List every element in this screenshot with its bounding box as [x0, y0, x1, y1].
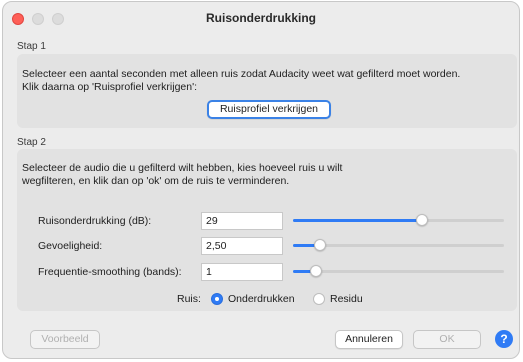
- step1-label: Stap 1: [17, 41, 46, 52]
- slider-track: [293, 270, 504, 273]
- noise-reduction-field[interactable]: 29: [201, 212, 283, 230]
- suppress-radio[interactable]: [211, 293, 223, 305]
- noise-label: Ruis:: [177, 293, 201, 305]
- suppress-radio-label[interactable]: Onderdrukken: [228, 293, 295, 305]
- noise-option-row: Ruis: Onderdrukken Residu: [3, 293, 519, 307]
- frequency-smoothing-label: Frequentie-smoothing (bands):: [38, 266, 182, 278]
- ok-button[interactable]: OK: [413, 330, 481, 349]
- get-noise-profile-button[interactable]: Ruisprofiel verkrijgen: [207, 100, 331, 119]
- slider-knob[interactable]: [415, 214, 428, 226]
- residue-radio-label[interactable]: Residu: [330, 293, 363, 305]
- noise-reduction-label: Ruisonderdrukking (dB):: [38, 215, 152, 227]
- step2-label: Stap 2: [17, 137, 46, 148]
- frequency-smoothing-slider[interactable]: [293, 264, 504, 278]
- slider-knob[interactable]: [310, 265, 323, 277]
- slider-knob[interactable]: [314, 239, 327, 251]
- residue-radio[interactable]: [313, 293, 325, 305]
- window-title: Ruisonderdrukking: [205, 11, 316, 25]
- slider-fill: [293, 219, 422, 222]
- sensitivity-label: Gevoeligheid:: [38, 240, 103, 252]
- title-bar: Ruisonderdrukking: [3, 2, 519, 32]
- help-icon[interactable]: ?: [495, 330, 513, 348]
- cancel-button[interactable]: Annuleren: [335, 330, 403, 349]
- step1-instructions: Selecteer een aantal seconden met alleen…: [22, 68, 461, 93]
- sensitivity-field[interactable]: 2,50: [201, 237, 283, 255]
- noise-reduction-slider[interactable]: [293, 213, 504, 227]
- frequency-smoothing-field[interactable]: 1: [201, 263, 283, 281]
- sensitivity-slider[interactable]: [293, 238, 504, 252]
- preview-button[interactable]: Voorbeeld: [30, 330, 100, 349]
- noise-reduction-dialog: Ruisonderdrukking Stap 1 Selecteer een a…: [2, 1, 520, 359]
- step2-instructions: Selecteer de audio die u gefilterd wilt …: [22, 162, 343, 187]
